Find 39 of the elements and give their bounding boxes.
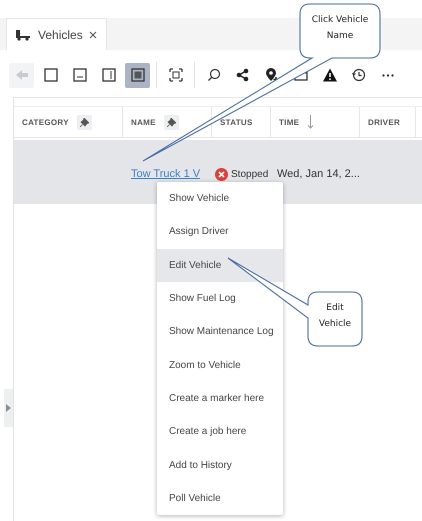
expand-handle[interactable] [4, 389, 13, 427]
more-icon [382, 74, 394, 76]
pin-icon[interactable] [166, 118, 176, 126]
warning-icon [322, 67, 338, 83]
column-header[interactable]: CATEGORY [14, 107, 123, 137]
column-header[interactable]: TIME [271, 107, 360, 137]
menu-item[interactable]: Show Maintenance Log [157, 315, 283, 348]
menu-item[interactable]: Assign Driver [157, 215, 283, 249]
menu-item[interactable]: Poll Vehicle [157, 482, 283, 515]
menu-item[interactable]: Create a job here [157, 415, 283, 448]
expand-arrow-icon [6, 404, 11, 412]
callout-text: Edit Vehicle [318, 302, 352, 331]
menu-item[interactable]: Create a marker here [157, 382, 283, 416]
status-text: Stopped [231, 168, 268, 180]
callout-text: Click Vehicle Name [310, 14, 370, 43]
tab[interactable]: Vehicles [6, 18, 107, 50]
truck-icon [15, 28, 32, 40]
full-panel-icon [130, 67, 146, 83]
menu-item[interactable]: Show Fuel Log [157, 282, 283, 316]
history-icon [350, 67, 366, 83]
menu-item[interactable]: Add to History [157, 448, 283, 482]
toolbar-button[interactable] [125, 62, 150, 88]
share-icon [234, 67, 250, 83]
menu-item[interactable]: Show Vehicle [157, 182, 283, 216]
sort-down-icon[interactable] [307, 115, 314, 129]
right-panel-icon [100, 67, 116, 83]
back-arrow-icon [14, 67, 30, 83]
tab-label: Vehicles [38, 28, 83, 42]
bottom-panel-icon [72, 67, 88, 83]
search-icon [206, 67, 222, 83]
close-icon[interactable] [88, 30, 97, 38]
menu-item[interactable]: Zoom to Vehicle [157, 348, 283, 382]
pin-plus-icon [264, 67, 280, 83]
pin-icon[interactable] [80, 118, 89, 126]
fit-frame-icon [168, 67, 184, 83]
column-header[interactable]: DRIVER [360, 107, 416, 137]
square-icon [42, 67, 58, 83]
time-text: Wed, Jan 14, 2... [277, 168, 360, 180]
menu-item[interactable]: Edit Vehicle [157, 248, 283, 282]
